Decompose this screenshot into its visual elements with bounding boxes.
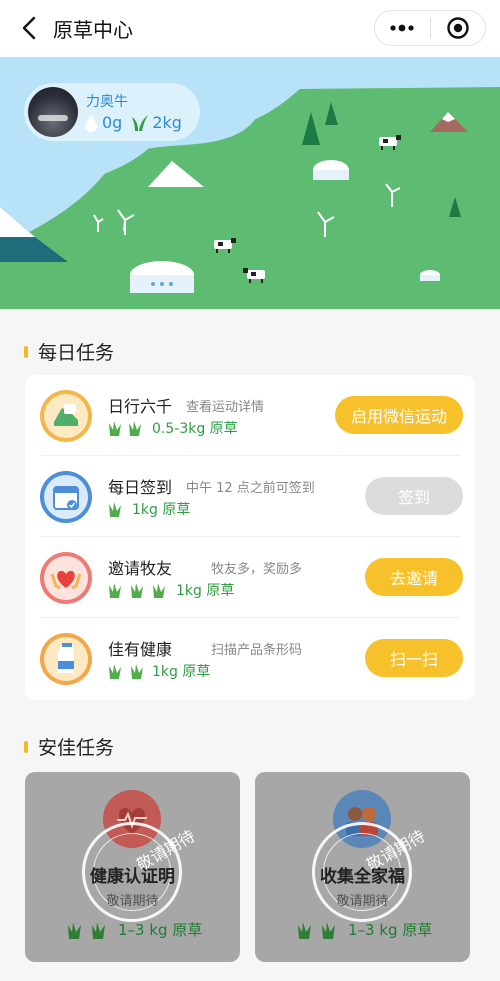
daily-tasks-heading: 每日任务 xyxy=(24,338,114,365)
calendar-icon xyxy=(40,471,92,523)
page-title: 原草中心 xyxy=(53,18,133,42)
view-step-details-link[interactable]: 查看运动详情 xyxy=(186,396,264,415)
task-reward: 1kg 原草 xyxy=(108,661,210,681)
grass-icon xyxy=(298,921,335,939)
reward-text: 1kg 原草 xyxy=(132,502,191,518)
anjia-tasks-title: 安佳任务 xyxy=(38,737,115,759)
task-title: 日行六千 xyxy=(108,397,173,416)
anjia-card-health-cert[interactable]: 敬请期待 健康认证明 敬请期待 1–3 kg 原草 xyxy=(25,772,240,962)
anjia-card-family-photo[interactable]: 敬请期待 收集全家福 敬请期待 1–3 kg 原草 xyxy=(255,772,470,962)
milk-graphic xyxy=(44,637,88,681)
grass-icon xyxy=(109,664,143,679)
daily-tasks-title: 每日任务 xyxy=(38,342,115,364)
task-row-health: 佳有健康 扫描产品条形码 1kg 原草 扫一扫 xyxy=(25,618,475,699)
enable-wechat-sport-button[interactable]: 启用微信运动 xyxy=(335,396,463,434)
more-dots-icon xyxy=(390,24,414,32)
task-reward: 0.5-3kg 原草 xyxy=(108,418,238,438)
task-subtitle: 牧友多，奖励多 xyxy=(211,562,303,577)
card-reward: 1–3 kg 原草 xyxy=(67,919,202,940)
username: 力奥牛 xyxy=(86,94,128,110)
task-title: 邀请牧友 xyxy=(108,559,173,578)
grass-icon xyxy=(68,921,105,939)
grass-icon xyxy=(109,421,141,436)
chevron-left-icon xyxy=(22,16,36,40)
profile-card[interactable]: 力奥牛 0g 2kg xyxy=(24,83,200,141)
task-subtitle: 扫描产品条形码 xyxy=(211,643,303,658)
grass-stat: 2kg xyxy=(132,113,182,132)
task-reward: 1kg 原草 xyxy=(108,499,190,519)
scan-button[interactable]: 扫一扫 xyxy=(365,639,463,677)
task-row-checkin: 每日签到 中午 12 点之前可签到 1kg 原草 签到 xyxy=(25,456,475,537)
task-subtitle: 中午 12 点之前可签到 xyxy=(186,481,315,496)
card-title: 收集全家福 xyxy=(320,867,405,887)
card-reward: 1–3 kg 原草 xyxy=(297,919,432,940)
water-value: 0g xyxy=(102,113,123,132)
reward-text: 0.5-3kg 原草 xyxy=(152,421,238,437)
top-nav-bar: 原草中心 xyxy=(0,0,500,57)
task-row-walk: 日行六千 查看运动详情 0.5-3kg 原草 启用微信运动 xyxy=(25,375,475,456)
water-drop-icon xyxy=(85,114,97,132)
reward-text: 1–3 kg 原草 xyxy=(118,921,203,939)
task-row-invite: 邀请牧友 牧友多，奖励多 1kg 原草 去邀请 xyxy=(25,537,475,618)
heart-hands-icon xyxy=(40,552,92,604)
anjia-tasks-grid: 敬请期待 健康认证明 敬请期待 1–3 kg 原草 敬请期待 收集全家福 敬请期… xyxy=(25,772,475,962)
more-button[interactable] xyxy=(375,11,430,45)
close-mini-program-button[interactable] xyxy=(430,11,485,45)
milk-carton-icon xyxy=(40,633,92,685)
avatar[interactable] xyxy=(28,87,78,137)
invite-button[interactable]: 去邀请 xyxy=(365,558,463,596)
calendar-graphic xyxy=(44,475,88,519)
grass-icon xyxy=(109,583,165,598)
anjia-tasks-heading: 安佳任务 xyxy=(24,733,114,760)
reward-text: 1kg 原草 xyxy=(152,664,211,680)
task-reward: 1kg 原草 xyxy=(108,580,234,600)
heart-graphic xyxy=(44,556,88,600)
card-title: 健康认证明 xyxy=(90,867,175,887)
grass-icon xyxy=(109,502,121,517)
pasture-scene: 力奥牛 0g 2kg xyxy=(0,57,500,309)
reward-text: 1–3 kg 原草 xyxy=(348,921,433,939)
card-subtitle: 敬请期待 xyxy=(106,894,159,909)
task-title: 佳有健康 xyxy=(108,640,173,659)
section-marker xyxy=(24,345,28,358)
card-subtitle: 敬请期待 xyxy=(336,894,389,909)
task-title: 每日签到 xyxy=(108,478,173,497)
walking-shoe-icon xyxy=(40,390,92,442)
mini-program-capsule xyxy=(374,10,486,46)
profile-stats: 0g 2kg xyxy=(84,113,192,132)
daily-tasks-card: 日行六千 查看运动详情 0.5-3kg 原草 启用微信运动 每日签到 中午 12… xyxy=(25,375,475,700)
back-button[interactable] xyxy=(14,12,44,44)
water-stat: 0g xyxy=(84,113,122,132)
reward-text: 1kg 原草 xyxy=(176,583,235,599)
shoe-graphic xyxy=(44,394,88,438)
target-close-icon xyxy=(447,17,469,39)
section-marker xyxy=(24,740,28,753)
grass-icon xyxy=(132,114,149,131)
grass-value: 2kg xyxy=(152,113,182,132)
check-in-button[interactable]: 签到 xyxy=(365,477,463,515)
